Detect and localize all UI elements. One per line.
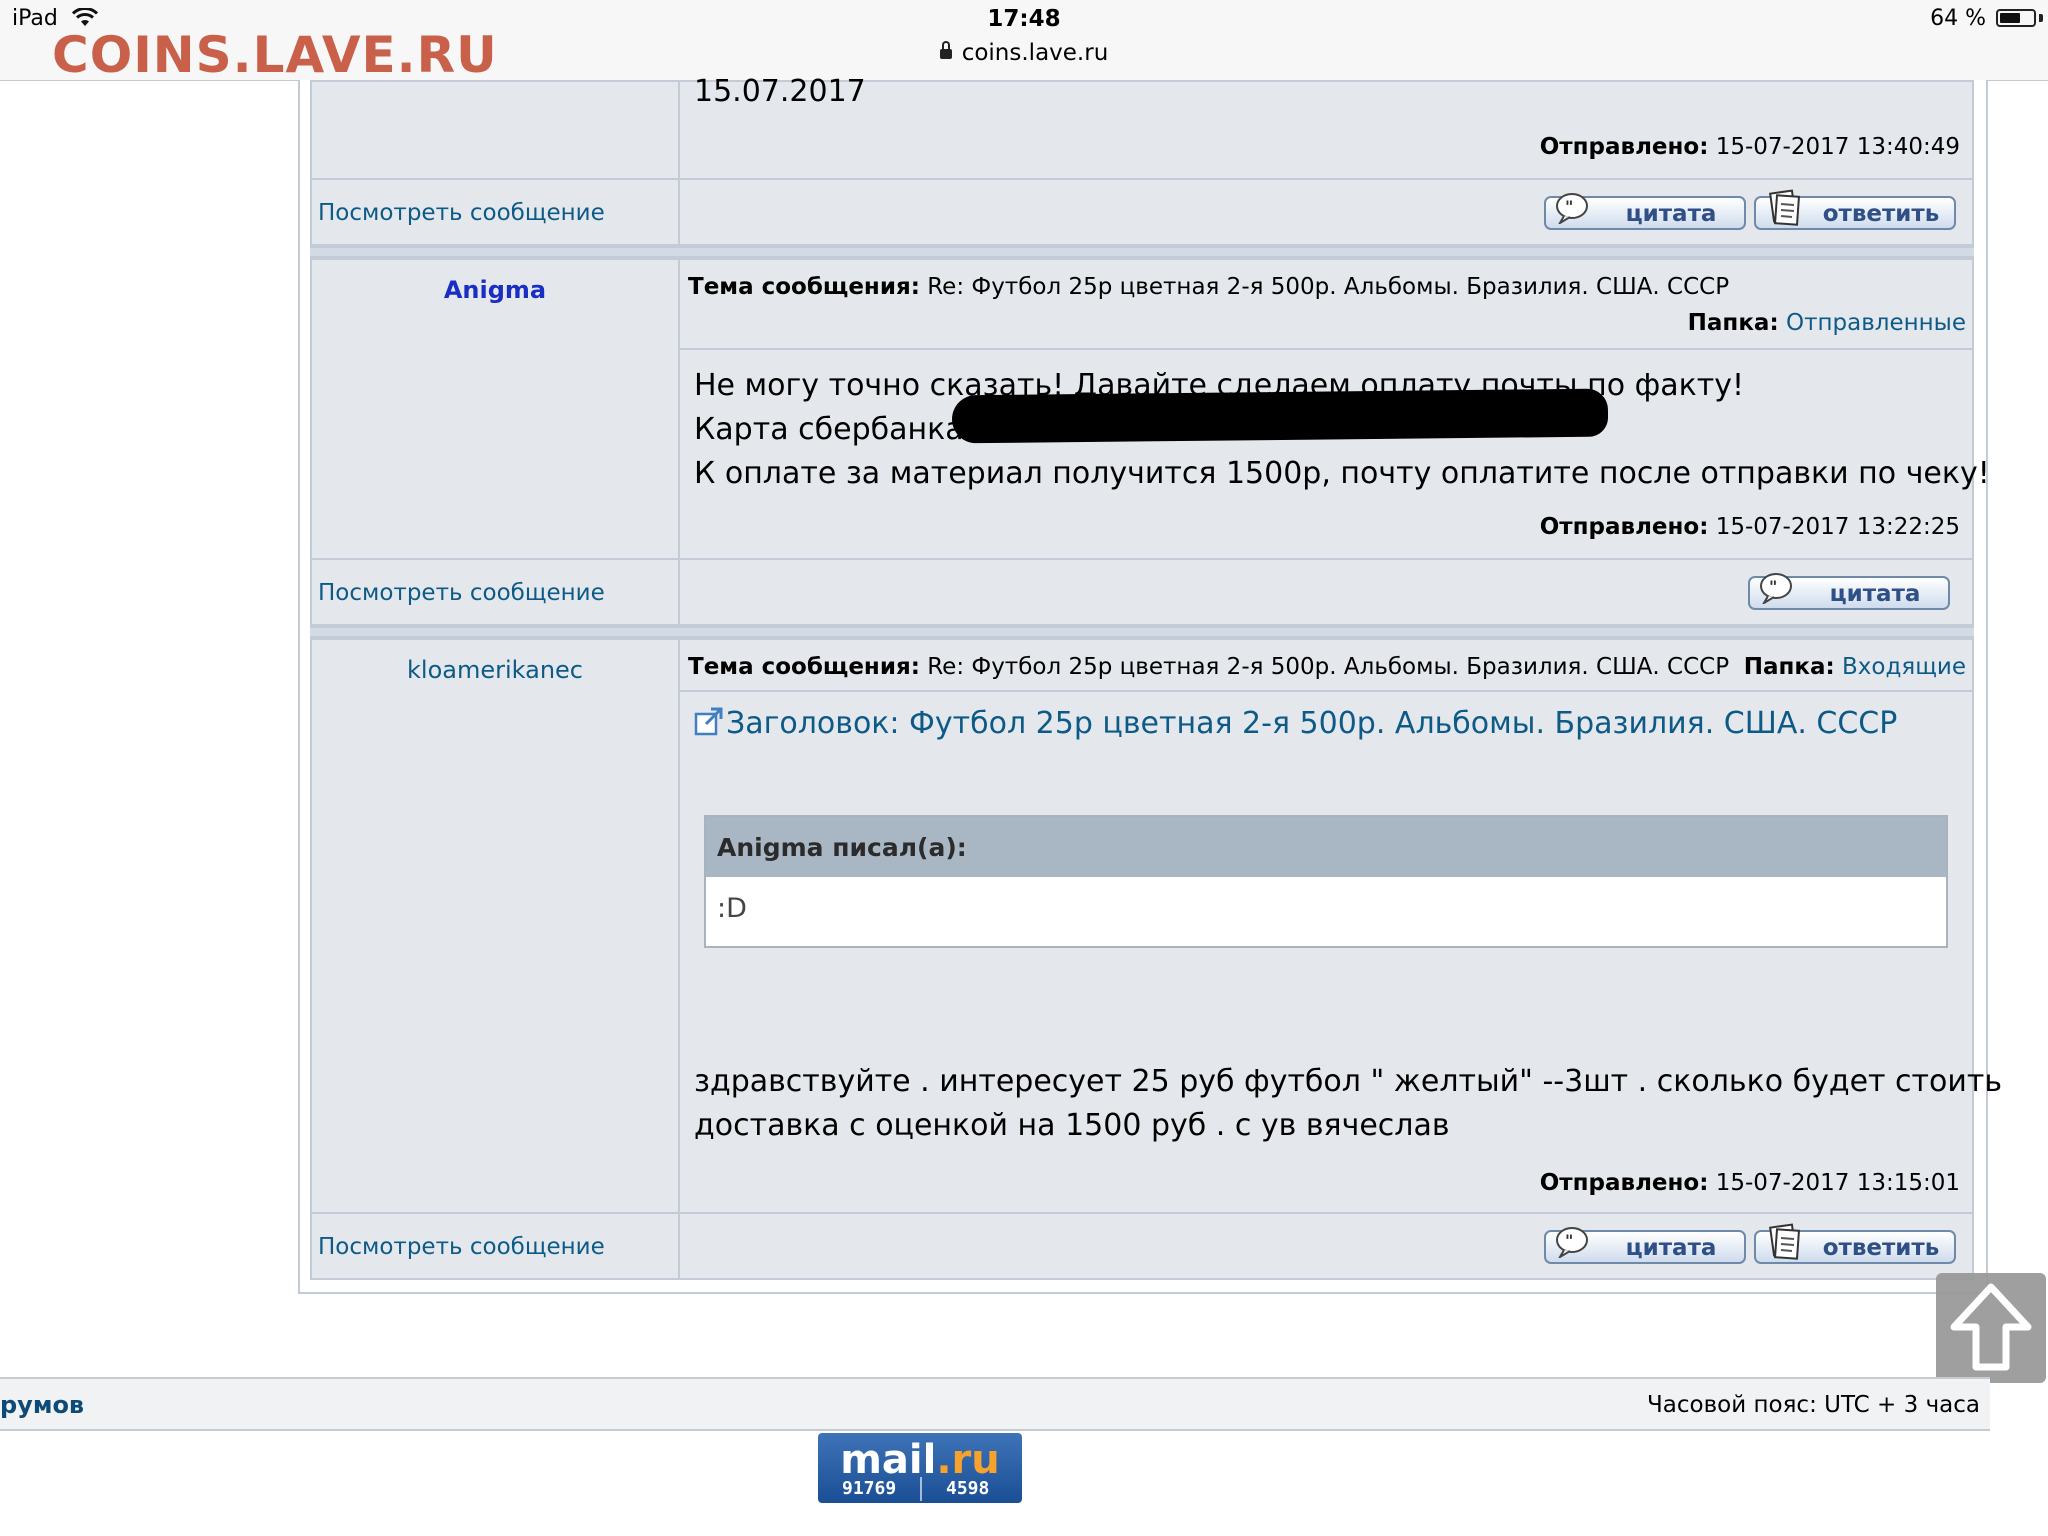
quote-button[interactable]: " цитата: [1544, 1227, 1746, 1264]
view-message-link[interactable]: Посмотреть сообщение: [318, 200, 605, 226]
post0-footer-left: Посмотреть сообщение: [310, 178, 680, 246]
quote-bubble-icon: ": [1760, 573, 1792, 604]
post2-footer-right: " цитата ответить: [678, 1212, 1974, 1280]
folder-link[interactable]: Отправленные: [1786, 310, 1966, 336]
post0-sent: Отправлено: 15-07-2017 13:40:49: [1540, 134, 1960, 160]
post-separator: [310, 246, 1974, 258]
battery-icon: [1996, 9, 2036, 27]
post1-author-cell: Anigma: [310, 258, 680, 560]
post1-folder: Папка: Отправленные: [1688, 310, 1966, 336]
quote-button-label: цитата: [1829, 581, 1921, 607]
reply-document-icon: [1769, 1223, 1801, 1260]
subject-text: Re: Футбол 25р цветная 2-я 500р. Альбомы…: [927, 274, 1730, 300]
quote-button[interactable]: " цитата: [1544, 193, 1746, 230]
redaction-scribble: [951, 388, 1609, 444]
scroll-to-top-button[interactable]: [1936, 1273, 2046, 1383]
post-separator: [310, 626, 1974, 638]
site-watermark: COINS.LAVE.RU: [52, 26, 498, 84]
reply-button-label: ответить: [1822, 201, 1940, 227]
subject-text: Re: Футбол 25р цветная 2-я 500р. Альбомы…: [927, 654, 1730, 680]
post2-body-cell: Заголовок: Футбол 25р цветная 2-я 500р. …: [678, 690, 2002, 1214]
arrow-up-icon: [1950, 1283, 2032, 1371]
view-message-link[interactable]: Посмотреть сообщение: [318, 1234, 605, 1260]
timezone-text: Часовой пояс: UTC + 3 часа: [1647, 1392, 1980, 1418]
lock-icon: [939, 41, 952, 59]
quote-bubble-icon: ": [1556, 193, 1588, 224]
svg-text:": ": [1565, 197, 1573, 216]
topic-link[interactable]: Заголовок: Футбол 25р цветная 2-я 500р. …: [694, 706, 1897, 741]
external-link-icon: [694, 707, 723, 736]
post0-body-cell: 15.07.2017 Отправлено: 15-07-2017 13:40:…: [678, 74, 1974, 180]
svg-text:": ": [1565, 1231, 1573, 1250]
post2-footer-left: Посмотреть сообщение: [310, 1212, 680, 1280]
post1-subject: Тема сообщения: Re: Футбол 25р цветная 2…: [688, 274, 1729, 300]
post2-author[interactable]: kloamerikanec: [312, 656, 678, 684]
battery-cap: [2039, 14, 2043, 22]
post1-footer-right: " цитата: [678, 558, 1974, 626]
folder-label: Папка:: [1687, 310, 1779, 336]
reply-button[interactable]: ответить: [1754, 1223, 1956, 1264]
folder-label: Папка:: [1743, 654, 1835, 680]
post2-folder: Папка: Входящие: [1744, 654, 1966, 680]
post1-body-cell: Не могу точно сказать! Давайте сделаем о…: [678, 348, 1990, 560]
mailru-counter-badge[interactable]: mail.ru 91769 4598: [818, 1433, 1022, 1503]
post0-message-text: 15.07.2017: [694, 74, 866, 109]
post1-author[interactable]: Anigma: [312, 276, 678, 304]
post1-header-cell: Тема сообщения: Re: Футбол 25р цветная 2…: [678, 258, 1974, 350]
sent-label: Отправлено:: [1539, 1170, 1709, 1196]
reply-button-label: ответить: [1822, 1235, 1940, 1261]
post2-line-1: здравствуйте . интересует 25 руб футбол …: [694, 1064, 2003, 1099]
svg-text:": ": [1769, 577, 1777, 596]
post2-line-2: доставка с оценкой на 1500 руб . с ув вя…: [694, 1108, 1450, 1143]
post2-author-cell: kloamerikanec: [310, 638, 680, 1214]
post2-sent: Отправлено: 15-07-2017 13:15:01: [1540, 1170, 1960, 1196]
sent-label: Отправлено:: [1539, 134, 1709, 160]
quote-button-label: цитата: [1625, 201, 1717, 227]
forums-link[interactable]: румов: [0, 1391, 84, 1419]
subject-label: Тема сообщения:: [688, 274, 920, 300]
quote-header: Anigma писал(а):: [704, 815, 1948, 879]
view-message-link[interactable]: Посмотреть сообщение: [318, 580, 605, 606]
topic-link-text: Заголовок: Футбол 25р цветная 2-я 500р. …: [726, 706, 1898, 741]
post0-author-cell: [310, 80, 680, 180]
folder-link[interactable]: Входящие: [1842, 654, 1966, 680]
quote-body: :D: [704, 877, 1948, 948]
sent-time: 15-07-2017 13:22:25: [1715, 514, 1960, 540]
sent-label: Отправлено:: [1539, 514, 1709, 540]
battery-percent: 64 %: [1930, 6, 1986, 31]
quote-button-label: цитата: [1625, 1235, 1717, 1261]
sent-time: 15-07-2017 13:40:49: [1715, 134, 1960, 160]
reply-button[interactable]: ответить: [1754, 189, 1956, 230]
reply-document-icon: [1769, 189, 1801, 226]
quote-bubble-icon: ": [1556, 1227, 1588, 1258]
post1-sent: Отправлено: 15-07-2017 13:22:25: [1540, 514, 1960, 540]
subject-label: Тема сообщения:: [688, 654, 920, 680]
post2-subject: Тема сообщения: Re: Футбол 25р цветная 2…: [688, 654, 1729, 680]
quote-button[interactable]: " цитата: [1748, 573, 1950, 610]
post2-header-cell: Тема сообщения: Re: Футбол 25р цветная 2…: [678, 638, 1974, 692]
url-text: coins.lave.ru: [961, 40, 1109, 66]
post0-footer-right: " цитата ответить: [678, 178, 1974, 246]
counter-left: 91769: [842, 1478, 897, 1499]
forum-footer: румов Часовой пояс: UTC + 3 часа: [0, 1377, 1990, 1431]
counter-right: 4598: [946, 1478, 990, 1499]
post1-footer-left: Посмотреть сообщение: [310, 558, 680, 626]
post1-line-3: К оплате за материал получится 1500р, по…: [694, 456, 1990, 491]
sent-time: 15-07-2017 13:15:01: [1715, 1170, 1960, 1196]
card-label: Карта сбербанка: [694, 412, 964, 447]
